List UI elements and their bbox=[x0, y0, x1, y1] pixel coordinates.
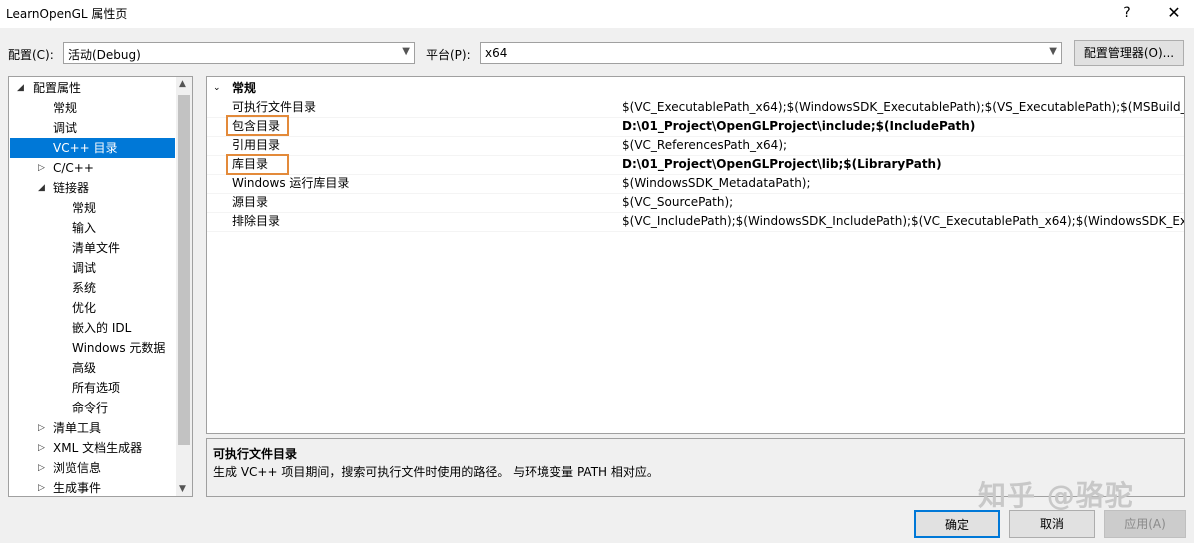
tree-item[interactable]: 调试 bbox=[72, 258, 96, 278]
property-row[interactable]: 源目录 $(VC_SourcePath); bbox=[207, 193, 1184, 212]
property-row[interactable]: 引用目录 $(VC_ReferencesPath_x64); bbox=[207, 136, 1184, 155]
config-dropdown[interactable]: 活动(Debug) ▼ bbox=[63, 42, 415, 64]
collapsed-arrow-icon[interactable]: ▷ bbox=[38, 483, 45, 493]
tree-item[interactable]: 输入 bbox=[72, 218, 96, 238]
property-row[interactable]: 排除目录 $(VC_IncludePath);$(WindowsSDK_Inclu… bbox=[207, 212, 1184, 231]
tree-item[interactable]: 优化 bbox=[72, 298, 96, 318]
tree-item[interactable]: 清单文件 bbox=[72, 238, 120, 258]
property-value[interactable]: $(VC_IncludePath);$(WindowsSDK_IncludePa… bbox=[622, 212, 1184, 231]
watermark: 知乎 @骆驼 bbox=[978, 479, 1134, 512]
property-value[interactable]: $(WindowsSDK_MetadataPath); bbox=[622, 174, 811, 193]
tree-item[interactable]: 系统 bbox=[72, 278, 96, 298]
ok-button[interactable]: 确定 bbox=[914, 510, 1000, 538]
tree-item[interactable]: 高级 bbox=[72, 358, 96, 378]
property-value[interactable]: $(VC_SourcePath); bbox=[622, 193, 733, 212]
tree-item[interactable]: 生成事件 bbox=[53, 478, 101, 496]
scroll-up-icon[interactable]: ▲ bbox=[179, 79, 186, 89]
property-value[interactable]: $(VC_ReferencesPath_x64); bbox=[622, 136, 787, 155]
description-text: 生成 VC++ 项目期间，搜索可执行文件时使用的路径。 与环境变量 PATH 相… bbox=[213, 465, 659, 479]
property-value[interactable]: D:\01_Project\OpenGLProject\lib;$(Librar… bbox=[622, 155, 942, 174]
property-name: 源目录 bbox=[232, 195, 269, 209]
apply-button[interactable]: 应用(A) bbox=[1104, 510, 1186, 538]
row-divider bbox=[207, 231, 1184, 232]
cancel-button[interactable]: 取消 bbox=[1009, 510, 1095, 538]
tree-item[interactable]: 浏览信息 bbox=[53, 458, 101, 478]
property-tree[interactable]: ◢ 配置属性 常规 调试 VC++ 目录 ▷ C/C++ ◢ 链接器 常规 输入 清单文件 调试 系统 优化… bbox=[8, 76, 193, 497]
tree-item[interactable]: 链接器 bbox=[53, 178, 89, 198]
config-label: 配置(C): bbox=[8, 48, 54, 62]
property-value[interactable]: D:\01_Project\OpenGLProject\include;$(In… bbox=[622, 117, 975, 136]
tree-item[interactable]: 常规 bbox=[72, 198, 96, 218]
help-button[interactable]: ? bbox=[1112, 0, 1142, 28]
expanded-arrow-icon[interactable]: ◢ bbox=[38, 183, 45, 193]
tree-item[interactable]: 调试 bbox=[53, 118, 77, 138]
property-row[interactable]: 库目录 D:\01_Project\OpenGLProject\lib;$(Lib… bbox=[207, 155, 1184, 174]
tree-item[interactable]: 清单工具 bbox=[53, 418, 101, 438]
category-row[interactable]: ⌄ 常规 bbox=[207, 79, 1184, 98]
property-name: 引用目录 bbox=[232, 138, 281, 152]
description-title: 可执行文件目录 bbox=[213, 447, 298, 461]
tree-item[interactable]: C/C++ bbox=[53, 158, 94, 178]
collapsed-arrow-icon[interactable]: ▷ bbox=[38, 463, 45, 473]
property-row[interactable]: 可执行文件目录 $(VC_ExecutablePath_x64);$(Window… bbox=[207, 98, 1184, 117]
tree-item[interactable]: 命令行 bbox=[72, 398, 108, 418]
tree-item[interactable]: 常规 bbox=[53, 98, 77, 118]
property-name: 排除目录 bbox=[232, 214, 281, 228]
scroll-thumb[interactable] bbox=[178, 95, 190, 445]
config-manager-button[interactable]: 配置管理器(O)... bbox=[1074, 40, 1184, 66]
chevron-down-icon: ▼ bbox=[1049, 46, 1057, 57]
tree-item[interactable]: 所有选项 bbox=[72, 378, 120, 398]
highlight-box bbox=[226, 115, 289, 136]
close-button[interactable]: ✕ bbox=[1156, 0, 1192, 28]
window-title: LearnOpenGL 属性页 bbox=[6, 7, 128, 21]
expanded-arrow-icon[interactable]: ◢ bbox=[17, 83, 24, 93]
chevron-down-icon: ▼ bbox=[402, 46, 410, 57]
platform-dropdown[interactable]: x64 ▼ bbox=[480, 42, 1062, 64]
collapse-icon[interactable]: ⌄ bbox=[213, 79, 221, 98]
collapsed-arrow-icon[interactable]: ▷ bbox=[38, 443, 45, 453]
collapsed-arrow-icon[interactable]: ▷ bbox=[38, 423, 45, 433]
platform-label: 平台(P): bbox=[426, 48, 471, 62]
collapsed-arrow-icon[interactable]: ▷ bbox=[38, 163, 45, 173]
tree-item[interactable]: 配置属性 bbox=[33, 78, 81, 98]
tree-item[interactable]: 嵌入的 IDL bbox=[72, 318, 131, 338]
tree-item[interactable]: Windows 元数据 bbox=[72, 338, 165, 358]
config-value: 活动(Debug) bbox=[68, 48, 141, 62]
property-value[interactable]: $(VC_ExecutablePath_x64);$(WindowsSDK_Ex… bbox=[622, 98, 1184, 117]
platform-value: x64 bbox=[485, 46, 508, 60]
tree-scrollbar[interactable]: ▲ ▼ bbox=[176, 77, 192, 496]
property-row[interactable]: Windows 运行库目录 $(WindowsSDK_MetadataPath); bbox=[207, 174, 1184, 193]
property-row[interactable]: 包含目录 D:\01_Project\OpenGLProject\include;… bbox=[207, 117, 1184, 136]
highlight-box bbox=[226, 154, 289, 175]
tree-item[interactable]: VC++ 目录 bbox=[53, 138, 118, 158]
tree-item[interactable]: XML 文档生成器 bbox=[53, 438, 142, 458]
title-bar bbox=[0, 0, 1194, 28]
property-name: Windows 运行库目录 bbox=[232, 176, 350, 190]
property-grid[interactable]: ⌄ 常规 可执行文件目录 $(VC_ExecutablePath_x64);$(W… bbox=[206, 76, 1185, 434]
scroll-down-icon[interactable]: ▼ bbox=[179, 484, 186, 494]
category-label: 常规 bbox=[232, 81, 257, 95]
